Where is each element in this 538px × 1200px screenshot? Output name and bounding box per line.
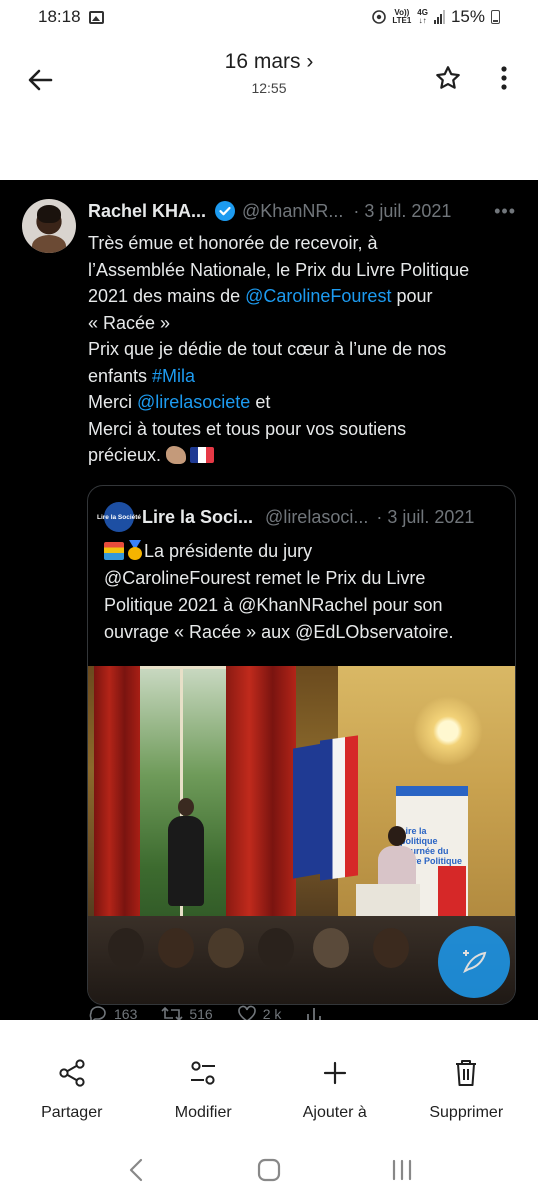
nav-recents-button[interactable]	[382, 1150, 422, 1190]
quote-avatar: Lire la Société	[97, 502, 141, 532]
tweet-actions: 163 516 2 k	[88, 1005, 516, 1020]
system-navigation-bar	[0, 1140, 538, 1200]
tweet-text: Très émue et honorée de recevoir, à l’As…	[88, 233, 470, 465]
more-options-button[interactable]	[490, 60, 518, 96]
author-avatar	[22, 199, 76, 253]
eu-flag	[293, 743, 323, 879]
edit-sliders-icon	[188, 1058, 218, 1088]
favorite-button[interactable]	[430, 60, 466, 96]
chandelier	[413, 696, 483, 766]
nav-recents-icon	[392, 1159, 411, 1181]
tweet-screenshot[interactable]: Rachel KHA... @KhanNR... · 3 juil. 2021 …	[0, 180, 538, 1020]
reply-count: 163	[88, 1005, 137, 1020]
plus-icon	[320, 1058, 350, 1088]
medal-emoji-icon	[126, 540, 144, 560]
heart-icon	[237, 1005, 256, 1020]
quoted-tweet: Lire la Société Lire la Soci... @lirelas…	[87, 485, 516, 1005]
delete-button[interactable]: Supprimer	[401, 1030, 531, 1140]
french-flag	[320, 735, 358, 881]
signal-icon	[433, 10, 445, 24]
delete-label: Supprimer	[429, 1104, 504, 1121]
battery-percent: 15%	[450, 7, 485, 26]
bottom-action-bar: Partager Modifier Ajouter à Supprimer	[0, 1030, 538, 1140]
more-vert-icon	[501, 66, 507, 90]
compose-feather-icon	[463, 950, 487, 974]
analytics-icon	[307, 1008, 322, 1020]
reply-icon	[89, 1006, 106, 1020]
verified-badge-icon	[215, 201, 236, 221]
share-button[interactable]: Partager	[7, 1030, 137, 1140]
battery-icon	[491, 10, 500, 24]
books-emoji-icon	[104, 542, 124, 560]
status-bar: 18:18 Vo)) LTE1 4G ↓↑ 15%	[0, 0, 538, 34]
writing-hand-emoji-icon	[166, 446, 187, 464]
add-to-label: Ajouter à	[302, 1104, 367, 1121]
quote-text: La présidente du jury @CarolineFourest r…	[104, 540, 454, 642]
mention-link: @lirelasociete	[137, 392, 251, 412]
edit-label: Modifier	[174, 1104, 232, 1121]
add-to-button[interactable]: Ajouter à	[270, 1030, 400, 1140]
france-flag-emoji-icon	[190, 447, 215, 463]
volte-indicator: Vo)) LTE1	[392, 8, 412, 25]
jury-president	[168, 798, 204, 906]
gallery-notification-icon	[88, 10, 104, 24]
share-icon	[57, 1058, 87, 1088]
quote-header: Lire la Société Lire la Soci... @lirelas…	[97, 502, 501, 532]
compose-tweet-button	[438, 926, 510, 998]
retweet-icon	[161, 1006, 183, 1020]
nav-back-icon	[130, 1158, 143, 1182]
quote-handle: @lirelasoci...	[265, 506, 369, 527]
network-type-indicator: 4G ↓↑	[417, 8, 428, 25]
tweet-date: · 3 juil. 2021	[353, 200, 452, 221]
ceremony-photo: Lire la politique Journée du Livre Polit…	[88, 666, 515, 1004]
author-handle: @KhanNR...	[242, 200, 344, 221]
edit-button[interactable]: Modifier	[138, 1030, 268, 1140]
star-icon	[436, 66, 460, 89]
tweet-more-icon: •••	[494, 200, 516, 221]
app-header: 16 mars › 12:55	[0, 40, 538, 120]
data-saver-icon	[372, 10, 387, 24]
nav-home-button[interactable]	[249, 1150, 289, 1190]
status-time: 18:18	[38, 7, 81, 26]
retweet-count: 516	[161, 1005, 213, 1020]
trash-icon	[451, 1058, 481, 1088]
tweet-header: Rachel KHA... @KhanNR... · 3 juil. 2021 …	[88, 200, 516, 222]
mention-link: @CarolineFourest	[245, 286, 392, 306]
hashtag-link: #Mila	[152, 365, 196, 386]
like-count: 2 k	[237, 1005, 281, 1020]
share-label: Partager	[41, 1104, 103, 1121]
nav-back-button[interactable]	[116, 1150, 156, 1190]
quote-author-name: Lire la Soci...	[142, 506, 254, 527]
quote-date: · 3 juil. 2021	[376, 506, 475, 527]
nav-home-icon	[257, 1158, 281, 1182]
author-name: Rachel KHA...	[88, 200, 207, 221]
